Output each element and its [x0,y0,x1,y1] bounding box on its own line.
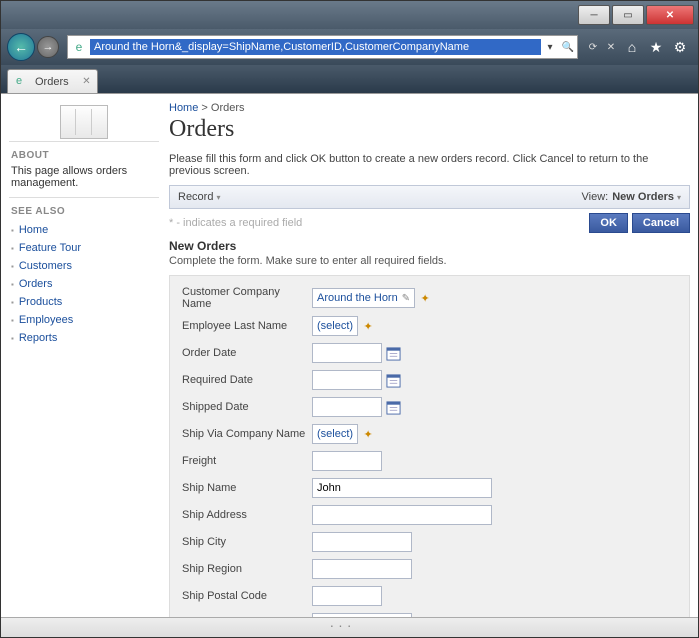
new-record-icon[interactable]: ✦ [418,291,432,305]
label-freight: Freight [182,455,312,467]
about-header: ABOUT [11,150,159,161]
view-label: View: [582,191,609,203]
ship-name-input[interactable] [312,478,492,498]
record-menu[interactable]: Record▾ [178,191,220,203]
ok-button[interactable]: OK [589,213,628,233]
shipped-date-input[interactable] [312,397,382,417]
browser-tab[interactable]: e Orders ✕ [7,69,98,93]
titlebar: ─ ▭ ✕ [1,1,698,29]
address-bar[interactable]: e Around the Horn&_display=ShipName,Cust… [67,35,578,59]
resize-grip[interactable] [330,621,370,633]
section-desc: Complete the form. Make sure to enter al… [169,255,690,267]
forward-button[interactable]: → [37,36,59,58]
ie-icon: e [71,39,87,55]
home-icon[interactable]: ⌂ [622,37,642,57]
back-button[interactable]: ← [7,33,35,61]
page-icon-box [9,102,159,142]
label-ship-via: Ship Via Company Name [182,428,312,440]
pencil-icon: ✎ [402,293,410,304]
breadcrumb: Home > Orders [169,102,690,114]
tools-icon[interactable]: ⚙ [670,37,690,57]
maximize-button[interactable]: ▭ [612,5,644,25]
sidebar-link-orders[interactable]: Orders [19,278,53,290]
sidebar-link-customers[interactable]: Customers [19,260,72,272]
nav-toolbar: ← → e Around the Horn&_display=ShipName,… [1,29,698,65]
instructions: Please fill this form and click OK butto… [169,153,690,177]
new-record-icon[interactable]: ✦ [361,319,375,333]
label-ship-city: Ship City [182,536,312,548]
customer-company-lookup[interactable]: Around the Horn✎ [312,288,415,308]
calendar-icon[interactable] [385,345,401,361]
label-ship-address: Ship Address [182,509,312,521]
ship-address-input[interactable] [312,505,492,525]
stop-button[interactable]: ✕ [602,38,620,56]
favorites-icon[interactable]: ★ [646,37,666,57]
freight-input[interactable] [312,451,382,471]
required-date-input[interactable] [312,370,382,390]
label-order-date: Order Date [182,347,312,359]
sidebar-links: Home Feature Tour Customers Orders Produ… [9,221,159,347]
breadcrumb-current: Orders [211,102,245,114]
sidebar-link-feature-tour[interactable]: Feature Tour [19,242,81,254]
table-icon [60,105,108,139]
sidebar: ABOUT This page allows orders management… [9,102,159,617]
label-ship-name: Ship Name [182,482,312,494]
calendar-icon[interactable] [385,399,401,415]
new-record-icon[interactable]: ✦ [361,427,375,441]
record-bar: Record▾ View: New Orders▾ [169,185,690,209]
dropdown-icon[interactable]: ▾ [541,38,559,56]
tab-label: Orders [35,76,69,88]
label-ship-postal: Ship Postal Code [182,590,312,602]
status-bar [1,617,698,637]
cancel-button[interactable]: Cancel [632,213,690,233]
page-title: Orders [169,116,690,143]
ship-via-lookup[interactable]: (select) [312,424,358,444]
label-required-date: Required Date [182,374,312,386]
sidebar-link-reports[interactable]: Reports [19,332,58,344]
page-content: ABOUT This page allows orders management… [1,93,698,617]
form-area: Customer Company Name Around the Horn✎ ✦… [169,275,690,617]
label-shipped-date: Shipped Date [182,401,312,413]
main-panel: Home > Orders Orders Please fill this fo… [169,102,690,617]
close-button[interactable]: ✕ [646,5,694,25]
sidebar-link-products[interactable]: Products [19,296,62,308]
label-employee-last: Employee Last Name [182,320,312,332]
ship-city-input[interactable] [312,532,412,552]
label-customer-company: Customer Company Name [182,286,312,310]
tab-bar: e Orders ✕ [1,65,698,93]
refresh-button[interactable]: ⟳ [584,38,602,56]
about-text: This page allows orders management. [9,165,159,198]
view-selector[interactable]: New Orders▾ [608,191,681,203]
browser-window: ─ ▭ ✕ ← → e Around the Horn&_display=Shi… [0,0,699,638]
breadcrumb-home[interactable]: Home [169,102,198,114]
search-icon[interactable]: 🔍 [559,38,577,56]
ship-region-input[interactable] [312,559,412,579]
employee-lookup[interactable]: (select) [312,316,358,336]
sidebar-link-employees[interactable]: Employees [19,314,73,326]
ie-icon: e [16,75,30,89]
calendar-icon[interactable] [385,372,401,388]
url-text[interactable]: Around the Horn&_display=ShipName,Custom… [90,39,541,55]
order-date-input[interactable] [312,343,382,363]
ship-postal-input[interactable] [312,586,382,606]
label-ship-region: Ship Region [182,563,312,575]
seealso-header: SEE ALSO [11,206,159,217]
section-title: New Orders [169,239,690,253]
sidebar-link-home[interactable]: Home [19,224,48,236]
tab-close-icon[interactable]: ✕ [82,76,90,87]
minimize-button[interactable]: ─ [578,5,610,25]
